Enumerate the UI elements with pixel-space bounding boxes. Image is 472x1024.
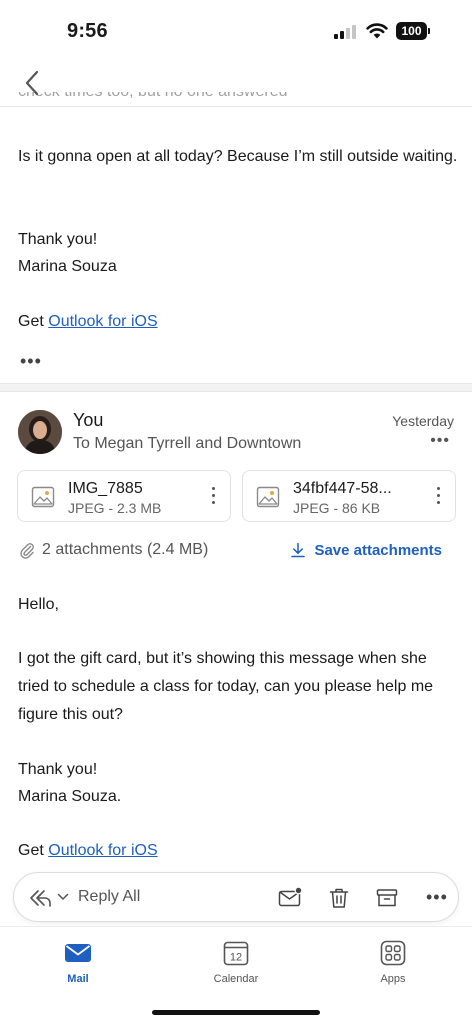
image-file-icon [256,486,280,508]
paperclip-icon [20,543,34,559]
attachments-summary: 2 attachments (2.4 MB) [18,540,208,560]
image-file-icon [31,486,55,508]
message-greeting: Hello, [18,596,59,613]
save-attachments-label: Save attachments [314,541,442,559]
outlook-for-ios-link[interactable]: Outlook for iOS [48,313,157,330]
get-prefix: Get [18,842,44,859]
mark-unread-icon[interactable] [278,886,302,910]
message-outlook-line: Get Outlook for iOS [18,837,458,865]
message-date: Yesterday [392,413,454,429]
reply-all-button[interactable]: Reply All [78,888,140,906]
attachment-name: 34fbf447-58... [293,480,392,497]
previous-message-outlook-line: Get Outlook for iOS [18,308,458,336]
message-separator [0,383,472,392]
status-time: 9:56 [67,20,108,42]
nav-divider [0,106,472,107]
avatar[interactable] [18,410,62,454]
attachment-more-icon[interactable] [437,487,441,507]
battery-level: 100 [396,22,427,40]
wifi-icon [366,23,388,39]
message-thanks: Thank you! [18,761,98,778]
tab-apps[interactable]: Apps [353,939,433,985]
calendar-day: 12 [230,952,242,964]
outlook-for-ios-link[interactable]: Outlook for iOS [48,842,157,859]
message-paragraph: I got the gift card, but it’s showing th… [18,650,434,723]
mail-icon [65,944,91,962]
attachment-meta: JPEG - 2.3 MB [68,500,162,516]
download-icon [291,542,306,558]
apps-icon [380,940,406,966]
reply-toolbar: Reply All ••• [13,872,459,922]
calendar-icon: 12 [223,941,249,966]
more-actions-button[interactable]: ••• [426,887,450,911]
tab-calendar[interactable]: 12 Calendar [196,939,276,985]
archive-icon[interactable] [375,886,399,910]
attachments-summary-text: 2 attachments (2.4 MB) [42,541,209,558]
status-bar: 9:56 100 [0,0,472,60]
tab-apps-label: Apps [380,973,406,985]
trash-icon[interactable] [327,886,351,910]
attachment-meta: JPEG - 86 KB [293,500,381,516]
home-indicator[interactable] [152,1010,320,1015]
tab-calendar-label: Calendar [213,973,259,985]
cutoff-previous-line: check times too, but no one answered [18,92,458,106]
tab-mail-label: Mail [67,973,89,985]
get-prefix: Get [18,313,44,330]
attachment-card[interactable]: 34fbf447-58... JPEG - 86 KB [242,470,456,522]
save-attachments-button[interactable]: Save attachments [290,540,442,560]
cellular-signal-icon [334,24,358,39]
previous-message-paragraph: Is it gonna open at all today? Because I… [18,148,458,165]
attachment-more-icon[interactable] [212,487,216,507]
attachment-name: IMG_7885 [68,480,143,497]
message-signature: Marina Souza. [18,788,122,805]
previous-message-thanks: Thank you! [18,231,98,248]
attachment-card[interactable]: IMG_7885 JPEG - 2.3 MB [17,470,231,522]
show-quoted-text-button[interactable]: ••• [20,351,42,372]
chevron-down-icon[interactable] [56,890,70,904]
sender-name: You [73,410,104,430]
recipients[interactable]: To Megan Tyrrell and Downtown [73,435,301,453]
message-more-button[interactable]: ••• [430,432,450,450]
tab-mail[interactable]: Mail [38,939,118,985]
previous-message-signature: Marina Souza [18,258,117,275]
reply-all-icon[interactable] [28,888,52,908]
battery-icon: 100 [396,22,430,40]
